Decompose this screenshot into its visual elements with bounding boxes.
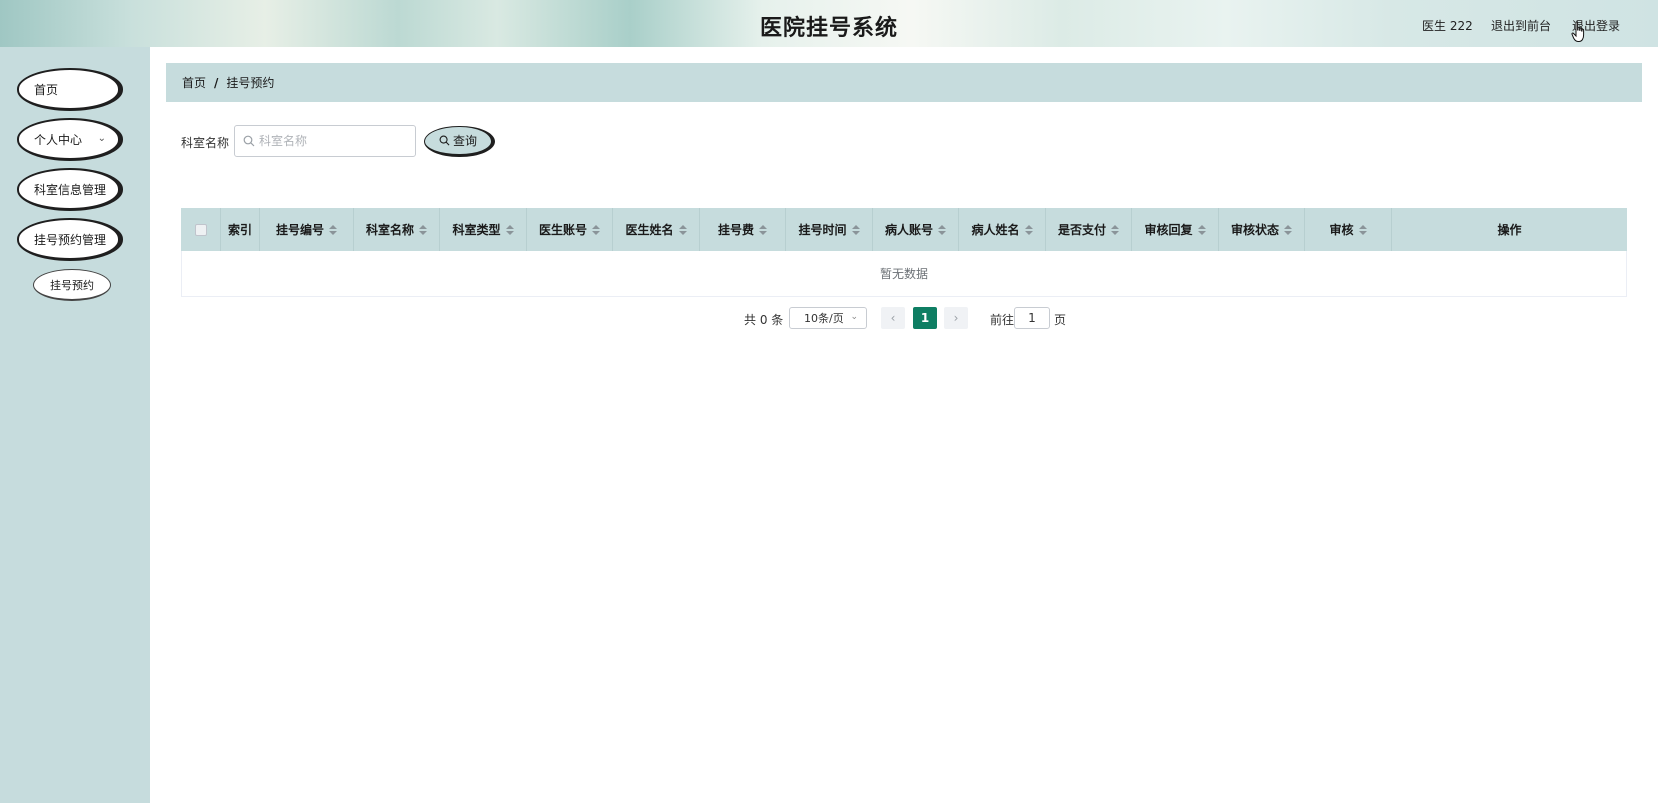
column-header-label: 操作	[1497, 223, 1522, 237]
sidebar-item-label: 挂号预约管理	[34, 232, 107, 247]
query-button-label: 查询	[452, 134, 477, 148]
chevron-right-icon: ›	[953, 311, 959, 325]
sort-icon[interactable]	[592, 224, 600, 235]
breadcrumb-home[interactable]: 首页	[182, 74, 206, 91]
page-number-current[interactable]: 1	[913, 307, 937, 329]
sort-icon[interactable]	[1284, 224, 1292, 235]
table-empty-state: 暂无数据	[181, 251, 1627, 297]
sort-icon[interactable]	[329, 224, 337, 235]
sort-icon[interactable]	[419, 224, 427, 235]
chevron-left-icon: ‹	[890, 311, 896, 325]
table-header: 索引 挂号编号 科室名称 科室类型 医生账号 医生姓名 挂号费 挂号时间 病人账…	[181, 208, 1627, 251]
column-header-review-status[interactable]: 审核状态	[1219, 208, 1305, 251]
search-icon	[439, 135, 450, 146]
current-user: 医生 222	[1422, 19, 1473, 33]
column-header-patient-account[interactable]: 病人账号	[873, 208, 959, 251]
column-header-patient-name[interactable]: 病人姓名	[959, 208, 1046, 251]
column-header-label: 审核回复	[1144, 223, 1193, 237]
goto-label: 前往	[990, 313, 1015, 327]
column-header-department-type[interactable]: 科室类型	[440, 208, 527, 251]
sidebar-item-label: 科室信息管理	[34, 182, 107, 197]
column-header-label: 挂号费	[717, 223, 754, 237]
search-field[interactable]	[234, 125, 416, 157]
sidebar-item-personal-center[interactable]: 个人中心 ⌄	[17, 118, 123, 161]
column-header-label: 科室名称	[365, 223, 414, 237]
sort-icon[interactable]	[1358, 224, 1367, 235]
appointment-table: 索引 挂号编号 科室名称 科室类型 医生账号 医生姓名 挂号费 挂号时间 病人账…	[181, 208, 1627, 297]
sidebar: 首页 个人中心 ⌄ 科室信息管理 挂号预约管理 挂号预约	[0, 47, 150, 803]
column-header-label: 医生姓名	[625, 223, 674, 237]
sort-icon[interactable]	[505, 224, 514, 235]
sort-icon[interactable]	[1111, 224, 1119, 235]
select-all-cell	[181, 208, 221, 251]
column-header-review[interactable]: 审核	[1305, 208, 1392, 251]
column-header-label: 医生账号	[538, 223, 587, 237]
column-header-label: 挂号编号	[275, 223, 324, 237]
sidebar-item-label: 个人中心	[34, 132, 83, 147]
hand-cursor-icon	[1571, 21, 1585, 42]
search-input[interactable]	[259, 134, 409, 148]
sidebar-item-appointment-management[interactable]: 挂号预约管理	[17, 218, 123, 261]
breadcrumb-separator: /	[214, 75, 219, 90]
search-icon	[243, 135, 255, 147]
column-header-label: 索引	[227, 223, 252, 237]
column-header-actions: 操作	[1392, 208, 1627, 251]
column-header-label: 审核	[1329, 223, 1354, 237]
page-size-value: 10条/页	[804, 312, 844, 325]
sort-icon[interactable]	[938, 224, 946, 235]
breadcrumb-current: 挂号预约	[226, 76, 275, 90]
sort-icon[interactable]	[1197, 224, 1206, 235]
column-header-department-name[interactable]: 科室名称	[354, 208, 440, 251]
app-title: 医院挂号系统	[759, 16, 898, 41]
sort-icon[interactable]	[851, 224, 860, 235]
column-header-label: 病人姓名	[971, 223, 1020, 237]
column-header-paid[interactable]: 是否支付	[1046, 208, 1132, 251]
exit-to-frontend-link[interactable]: 退出到前台	[1491, 17, 1551, 34]
column-header-doctor-account[interactable]: 医生账号	[527, 208, 613, 251]
pagination-total: 共 0 条	[744, 313, 784, 327]
column-header-label: 挂号时间	[798, 223, 847, 237]
chevron-down-icon: ⌄	[850, 312, 858, 322]
sidebar-item-label: 首页	[34, 82, 59, 97]
column-header-doctor-name[interactable]: 医生姓名	[613, 208, 700, 251]
page-suffix: 页	[1054, 313, 1067, 327]
sort-icon[interactable]	[1024, 224, 1033, 235]
breadcrumb: 首页 / 挂号预约	[166, 63, 1642, 102]
column-header-label: 病人账号	[884, 223, 933, 237]
column-header-label: 审核状态	[1230, 223, 1279, 237]
column-header-registration-time[interactable]: 挂号时间	[786, 208, 873, 251]
top-header: 医院挂号系统 医生 222 退出到前台 退出登录	[0, 0, 1658, 47]
column-header-registration-fee[interactable]: 挂号费	[700, 208, 786, 251]
sidebar-item-home[interactable]: 首页	[17, 68, 123, 111]
sidebar-subitem-label: 挂号预约	[50, 278, 94, 292]
query-button[interactable]: 查询	[424, 126, 495, 157]
column-header-label: 科室类型	[452, 223, 501, 237]
column-header-registration-no[interactable]: 挂号编号	[260, 208, 354, 251]
goto-page-input[interactable]	[1014, 307, 1050, 329]
page-size-select[interactable]: 10条/页 ⌄	[789, 307, 867, 329]
prev-page-button[interactable]: ‹	[881, 307, 905, 329]
sidebar-item-department-management[interactable]: 科室信息管理	[17, 168, 123, 211]
search-label: 科室名称	[181, 136, 230, 150]
sort-icon[interactable]	[759, 224, 767, 235]
sort-icon[interactable]	[678, 224, 687, 235]
column-header-review-reply[interactable]: 审核回复	[1132, 208, 1219, 251]
select-all-checkbox[interactable]	[194, 223, 207, 236]
column-header-index: 索引	[221, 208, 260, 251]
next-page-button[interactable]: ›	[944, 307, 968, 329]
chevron-down-icon: ⌄	[97, 133, 106, 144]
column-header-label: 是否支付	[1057, 223, 1106, 237]
sidebar-subitem-appointment[interactable]: 挂号预约	[33, 269, 111, 301]
